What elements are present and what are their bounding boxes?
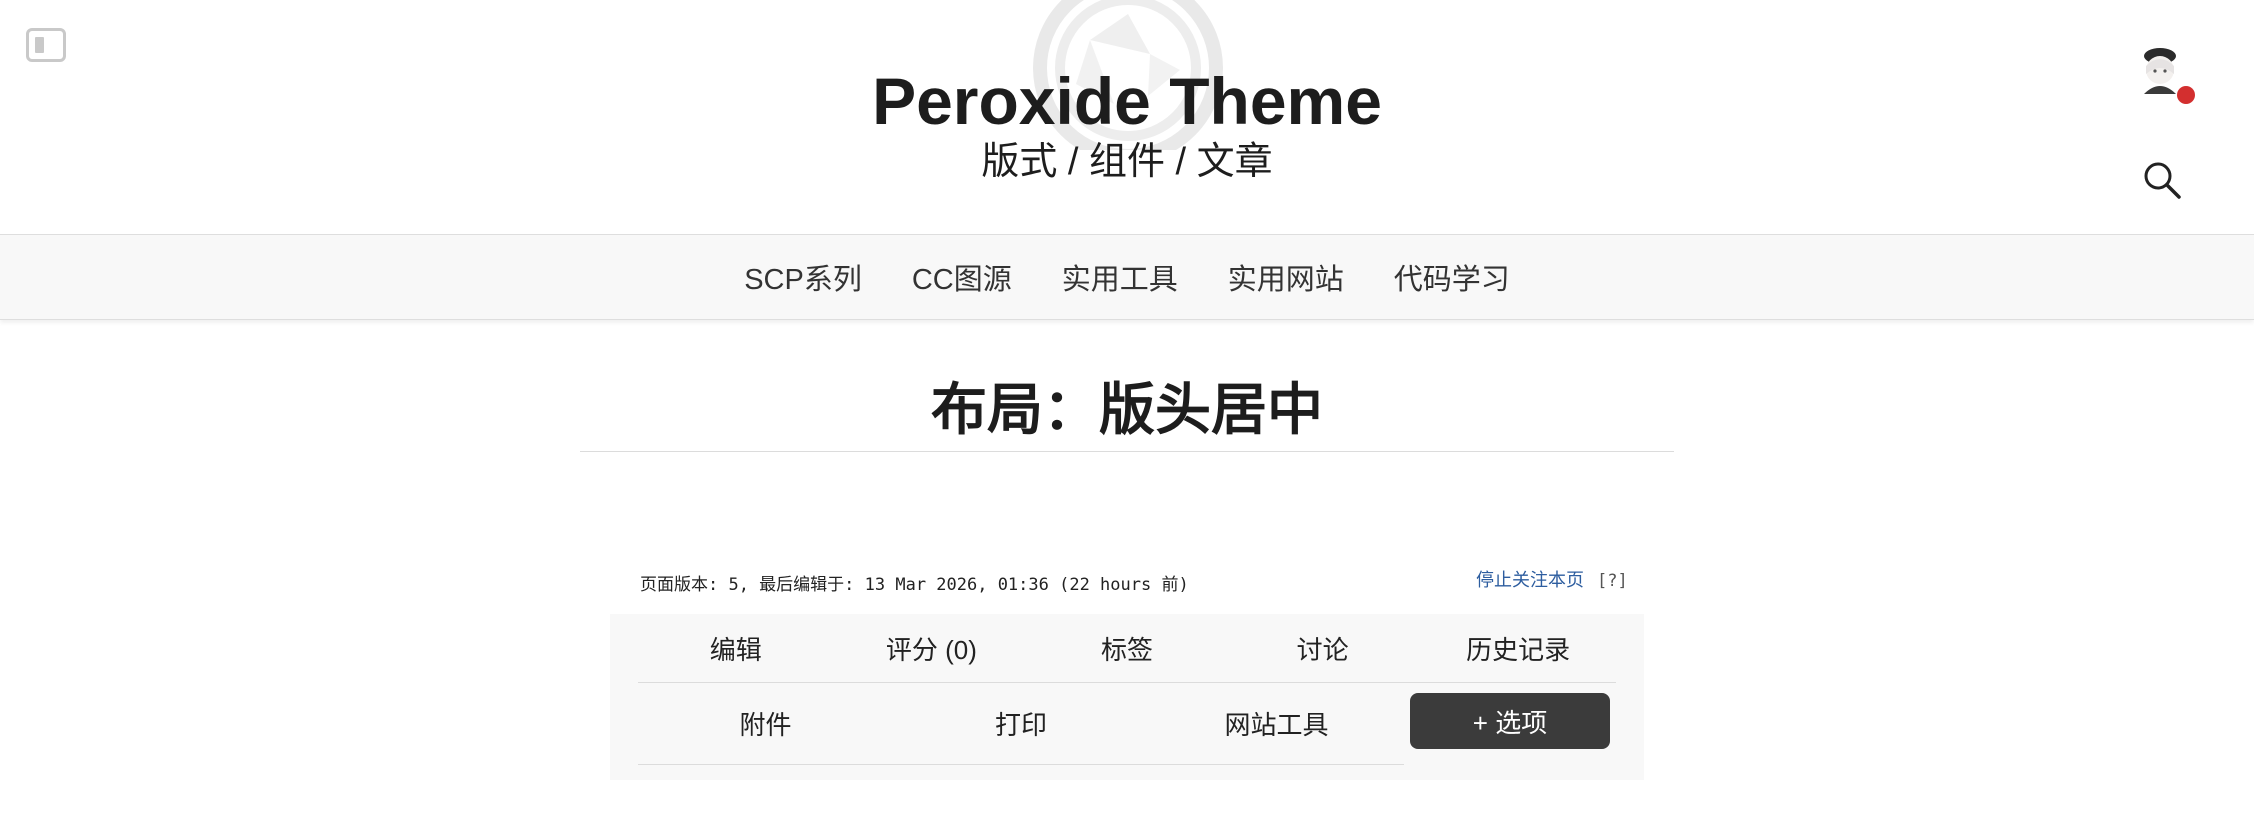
nav-item-websites[interactable]: 实用网站 xyxy=(1228,256,1344,298)
watch-controls: 停止关注本页 [?] xyxy=(1476,566,1628,592)
page: Peroxide Theme 版式 / 组件 / 文章 SCP系列 CC图源 实… xyxy=(0,0,2254,816)
sidebar-toggle-bar xyxy=(35,37,44,53)
nav-items: SCP系列 CC图源 实用工具 实用网站 代码学习 xyxy=(0,235,2254,319)
nav-item-tools[interactable]: 实用工具 xyxy=(1062,256,1178,298)
site-tools-button[interactable]: 网站工具 xyxy=(1149,682,1404,764)
options-row-primary: 编辑 评分 (0) 标签 讨论 历史记录 xyxy=(638,614,1616,683)
notification-dot xyxy=(2177,86,2195,104)
history-button[interactable]: 历史记录 xyxy=(1420,614,1616,682)
title-divider xyxy=(580,451,1674,452)
files-button[interactable]: 附件 xyxy=(638,682,893,764)
nav-item-scp[interactable]: SCP系列 xyxy=(744,256,862,298)
search-icon[interactable] xyxy=(2142,160,2182,200)
more-options-button[interactable]: + 选项 xyxy=(1410,693,1610,749)
discuss-button[interactable]: 讨论 xyxy=(1225,614,1421,682)
site-title[interactable]: Peroxide Theme xyxy=(0,56,2254,146)
watch-help-link[interactable]: [?] xyxy=(1597,571,1628,591)
top-nav: SCP系列 CC图源 实用工具 实用网站 代码学习 xyxy=(0,234,2254,320)
nav-item-code[interactable]: 代码学习 xyxy=(1394,256,1510,298)
site-header: Peroxide Theme 版式 / 组件 / 文章 xyxy=(0,0,2254,234)
unwatch-page-link[interactable]: 停止关注本页 xyxy=(1476,570,1584,590)
rate-button[interactable]: 评分 (0) xyxy=(834,614,1030,682)
nav-item-cc-images[interactable]: CC图源 xyxy=(912,256,1012,298)
page-options-panel: 编辑 评分 (0) 标签 讨论 历史记录 附件 打印 网站工具 + 选项 xyxy=(610,614,1644,780)
tags-button[interactable]: 标签 xyxy=(1029,614,1225,682)
options-row-secondary: 附件 打印 网站工具 + 选项 xyxy=(638,682,1616,766)
options-row-divider xyxy=(638,764,1404,765)
site-subtitle: 版式 / 组件 / 文章 xyxy=(981,141,1273,183)
page-title: 布局：版头居中 xyxy=(931,378,1323,441)
user-avatar[interactable] xyxy=(2136,44,2184,98)
page-revision-info: 页面版本: 5, 最后编辑于: 13 Mar 2026, 01:36 (22 h… xyxy=(640,575,1189,595)
edit-button[interactable]: 编辑 xyxy=(638,614,834,682)
print-button[interactable]: 打印 xyxy=(893,682,1149,764)
